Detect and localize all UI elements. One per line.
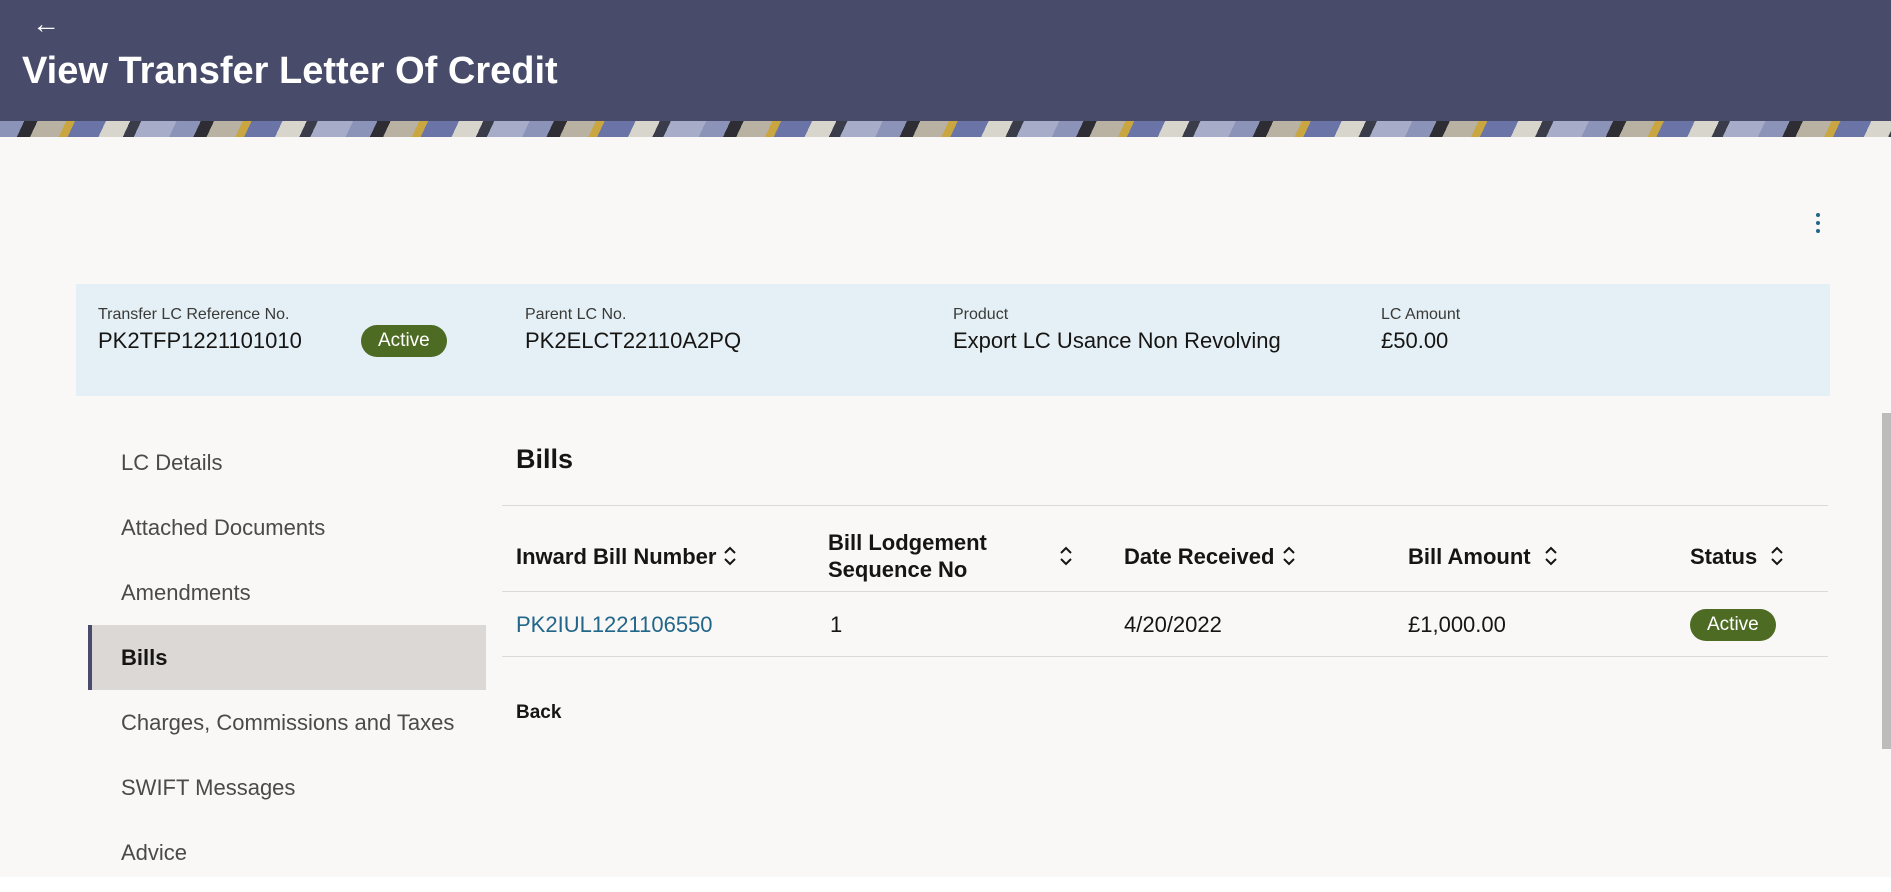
kebab-dot — [1816, 213, 1820, 217]
page-bottom-edge — [0, 877, 1891, 892]
table-row-divider — [502, 656, 1828, 657]
sidebar-item-lc-details[interactable]: LC Details — [88, 430, 486, 495]
sort-icon[interactable] — [1281, 544, 1297, 568]
col-header-status[interactable]: Status — [1690, 543, 1757, 570]
status-badge: Active — [1690, 609, 1776, 641]
sort-icon[interactable] — [1543, 544, 1559, 568]
page-title: View Transfer Letter Of Credit — [22, 50, 558, 92]
col-header-bill-amount[interactable]: Bill Amount — [1408, 543, 1531, 570]
lodgement-seq-cell: 1 — [830, 612, 843, 637]
bill-number-link[interactable]: PK2IUL1221106550 — [516, 612, 713, 638]
sidebar-item-charges[interactable]: Charges, Commissions and Taxes — [88, 690, 486, 755]
reference-summary: Transfer LC Reference No. PK2TFP12211010… — [98, 306, 302, 354]
bill-amount-cell: £1,000.00 — [1408, 612, 1506, 637]
lc-amount-label: LC Amount — [1381, 306, 1461, 323]
reference-value: PK2TFP1221101010 — [98, 328, 302, 353]
parent-lc-value: PK2ELCT22110A2PQ — [525, 328, 742, 353]
section-sidebar: LC Details Attached Documents Amendments… — [88, 430, 486, 885]
back-button[interactable]: Back — [516, 702, 561, 724]
col-header-date-received[interactable]: Date Received — [1124, 543, 1274, 570]
status-badge: Active — [361, 325, 447, 357]
reference-label: Transfer LC Reference No. — [98, 306, 290, 323]
product-label: Product — [953, 306, 1009, 323]
page-header: ← View Transfer Letter Of Credit — [0, 0, 1891, 121]
lc-amount-summary: LC Amount £50.00 — [1381, 306, 1460, 354]
sidebar-item-bills[interactable]: Bills — [88, 625, 486, 690]
lc-amount-value: £50.00 — [1381, 328, 1449, 353]
sort-icon[interactable] — [1769, 544, 1785, 568]
sidebar-item-attached-documents[interactable]: Attached Documents — [88, 495, 486, 560]
lc-summary-panel: Transfer LC Reference No. PK2TFP12211010… — [76, 284, 1830, 396]
sort-icon[interactable] — [722, 544, 738, 568]
scrollbar[interactable] — [1882, 413, 1891, 749]
back-arrow-icon[interactable]: ← — [30, 8, 62, 40]
col-header-lodgement-seq[interactable]: Bill Lodgement Sequence No — [828, 529, 987, 583]
bills-title: Bills — [516, 444, 574, 474]
sidebar-item-amendments[interactable]: Amendments — [88, 560, 486, 625]
product-summary: Product Export LC Usance Non Revolving — [953, 306, 1281, 354]
lodgement-header-line1: Bill Lodgement — [828, 530, 987, 555]
decorative-banner — [0, 121, 1891, 137]
lodgement-header-line2: Sequence No — [828, 557, 968, 582]
sidebar-item-advice[interactable]: Advice — [88, 820, 486, 885]
kebab-dot — [1816, 229, 1820, 233]
parent-lc-label: Parent LC No. — [525, 306, 627, 323]
parent-lc-summary: Parent LC No. PK2ELCT22110A2PQ — [525, 306, 741, 354]
sort-icon[interactable] — [1058, 544, 1074, 568]
product-value: Export LC Usance Non Revolving — [953, 328, 1281, 353]
more-options-icon[interactable] — [1806, 208, 1830, 238]
sidebar-item-swift-messages[interactable]: SWIFT Messages — [88, 755, 486, 820]
header-divider — [502, 505, 1828, 506]
date-received-cell: 4/20/2022 — [1124, 612, 1222, 637]
table-header-divider — [502, 591, 1828, 592]
kebab-dot — [1816, 221, 1820, 225]
col-header-bill-number[interactable]: Inward Bill Number — [516, 543, 716, 570]
